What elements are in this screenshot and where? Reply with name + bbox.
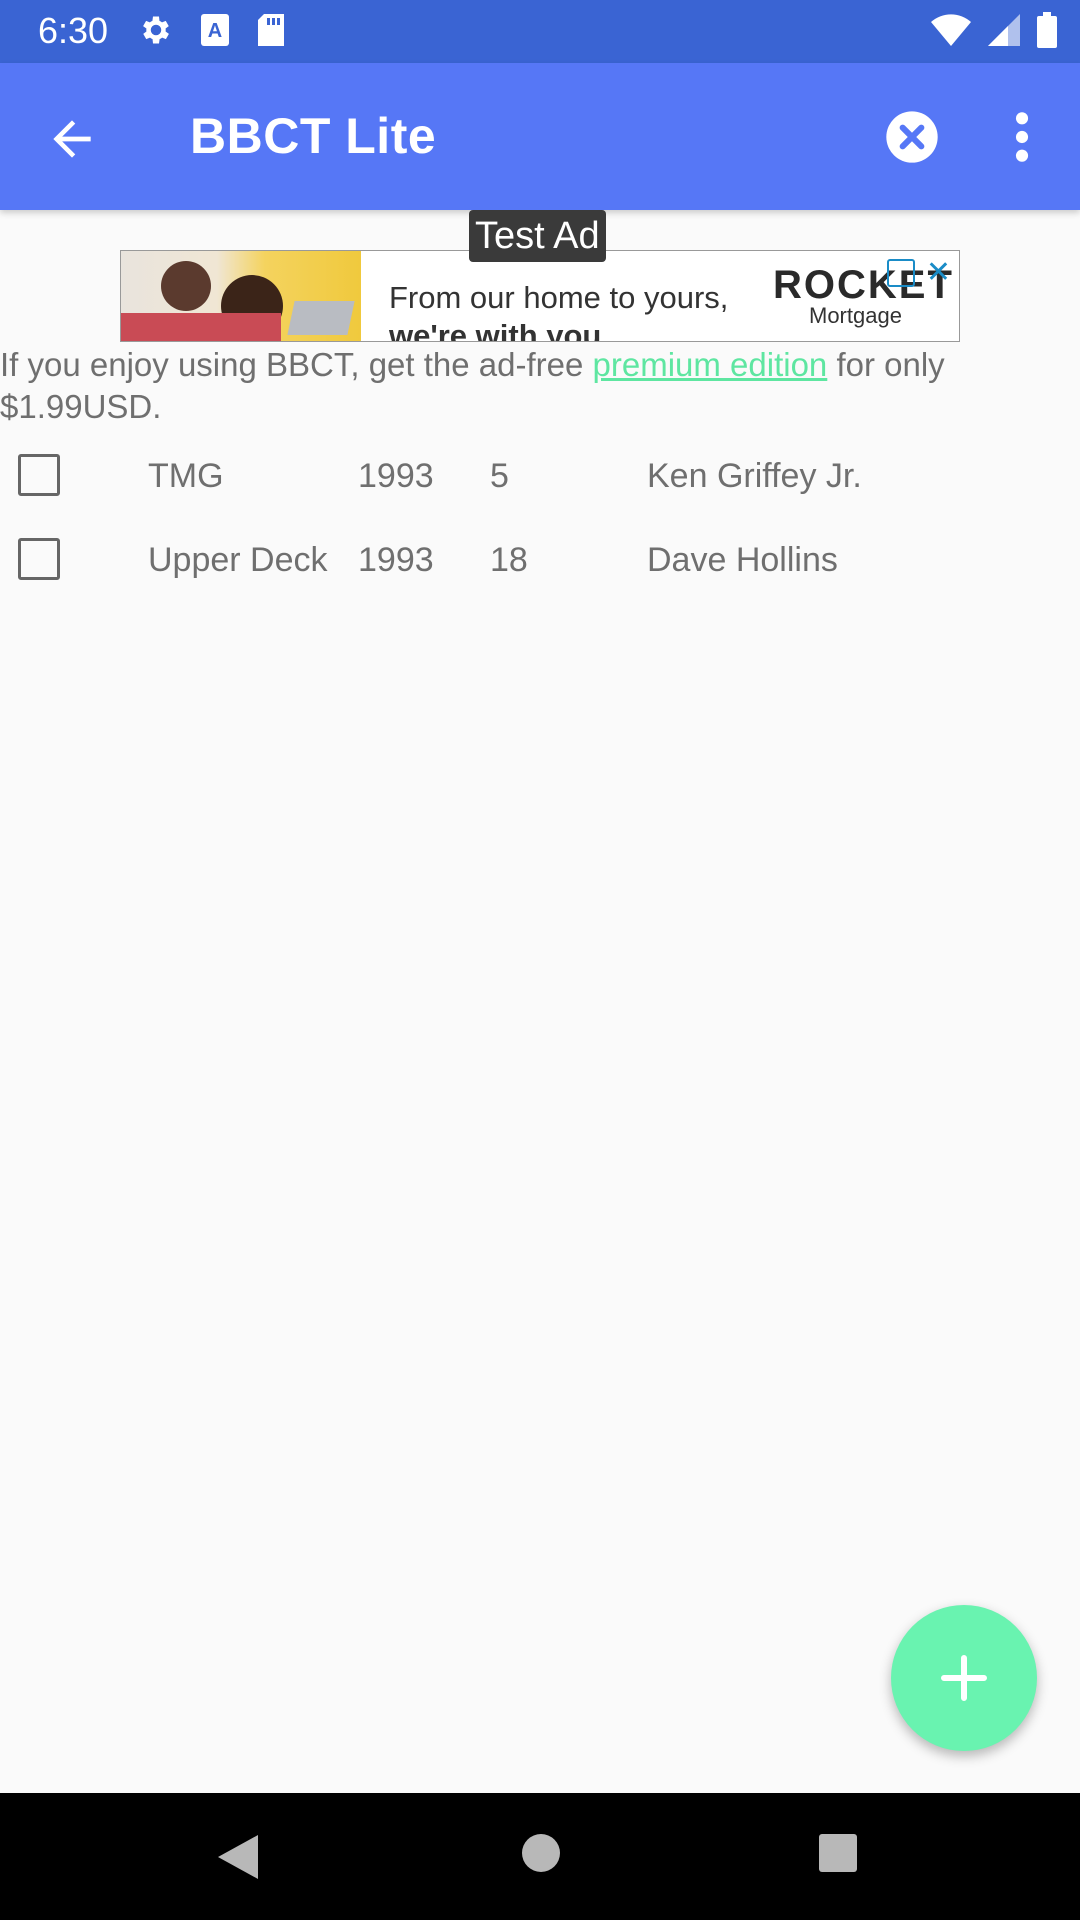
row-checkbox[interactable] [18,538,60,580]
table-row[interactable]: Upper Deck 1993 18 Dave Hollins [0,529,1080,613]
nav-back-icon[interactable] [216,1833,260,1881]
card-list: TMG 1993 5 Ken Griffey Jr. Upper Deck 19… [0,445,1080,613]
promo-text: If you enjoy using BBCT, get the ad-free… [0,344,1078,428]
ad-info-icon[interactable] [887,259,915,287]
table-row[interactable]: TMG 1993 5 Ken Griffey Jr. [0,445,1080,529]
plus-icon [941,1655,987,1701]
close-circle-icon[interactable] [884,109,940,165]
promo-prefix: If you enjoy using BBCT, get the ad-free [0,346,593,383]
gear-icon [143,16,169,44]
add-card-button[interactable] [891,1605,1037,1751]
app-bar: BBCT Lite [0,63,1080,210]
svg-text:A: A [208,20,222,42]
card-number: 18 [490,541,528,579]
test-ad-label: Test Ad [469,210,606,262]
system-nav-bar [0,1793,1080,1920]
card-number: 5 [490,457,509,495]
ad-headline-line1: From our home to yours, [389,280,729,315]
card-brand: TMG [148,457,224,495]
card-brand: Upper Deck [148,541,328,579]
ad-photo [121,251,361,341]
status-time: 6:30 [38,10,109,51]
card-player: Ken Griffey Jr. [647,457,862,495]
sd-card-icon [258,14,284,46]
status-bar: 6:30 A [0,0,1080,63]
card-player: Dave Hollins [647,541,838,579]
battery-icon [1037,12,1057,48]
ad-container[interactable]: Test Ad From our home to yours, we're wi… [120,210,960,342]
row-checkbox[interactable] [18,454,60,496]
a-icon: A [201,14,229,46]
ad-headline: From our home to yours, we're with you. [389,279,729,342]
signal-icon [988,14,1020,46]
more-vert-icon[interactable] [1002,109,1042,165]
status-icons-left: A [138,12,286,48]
ad-banner[interactable]: From our home to yours, we're with you. … [120,250,960,342]
wifi-icon [931,14,971,47]
ad-headline-line2: we're with you. [389,318,610,342]
page-title: BBCT Lite [190,108,437,164]
card-year: 1993 [358,541,434,579]
ad-close-icon[interactable]: ✕ [926,255,951,290]
nav-recents-icon[interactable] [818,1833,858,1873]
nav-home-icon[interactable] [521,1833,561,1873]
status-icons-right [930,12,1058,48]
premium-edition-link[interactable]: premium edition [593,346,828,383]
arrow-left-icon[interactable] [44,111,100,167]
ad-brand-sub: Mortgage [809,303,902,328]
card-year: 1993 [358,457,434,495]
